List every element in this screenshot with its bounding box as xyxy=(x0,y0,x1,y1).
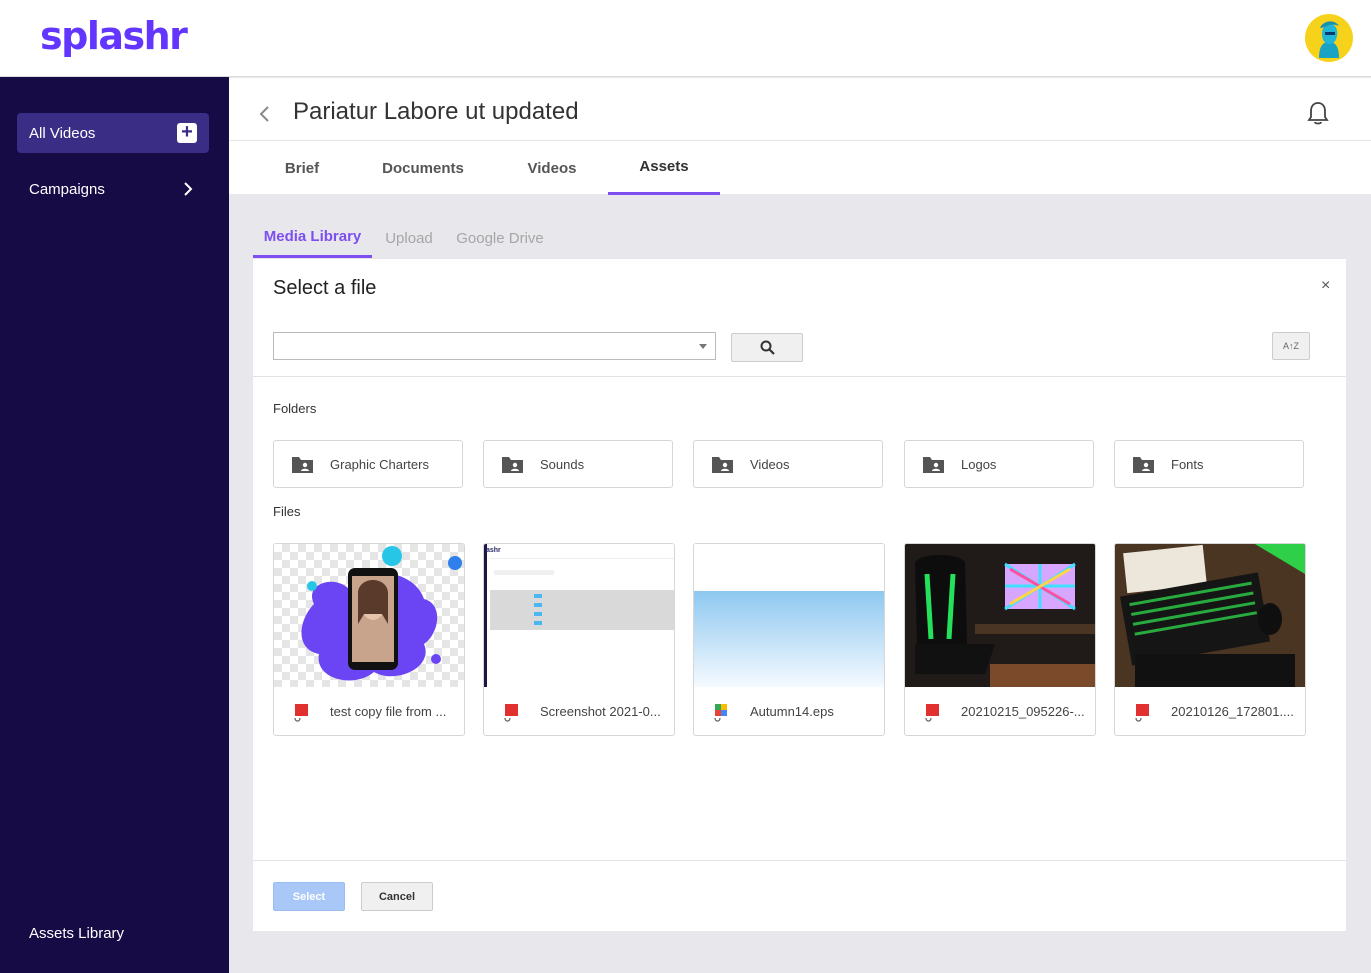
file-card[interactable]: Autumn14.eps xyxy=(693,543,885,736)
top-bar: splashr xyxy=(0,0,1371,77)
tab-videos[interactable]: Videos xyxy=(509,141,595,195)
file-name: 20210126_172801.... xyxy=(1171,704,1294,719)
subtab-google-drive[interactable]: Google Drive xyxy=(450,218,550,258)
folder-name: Graphic Charters xyxy=(330,457,429,472)
search-input[interactable] xyxy=(273,332,716,360)
folder-name: Videos xyxy=(750,457,790,472)
folder-user-icon xyxy=(923,457,944,473)
adobe-file-icon xyxy=(504,704,518,722)
svg-text:ashr: ashr xyxy=(486,547,501,554)
file-thumbnail xyxy=(694,544,884,687)
google-file-icon xyxy=(714,704,727,722)
dialog-title: Select a file xyxy=(273,277,377,299)
sidebar-item-label: All Videos xyxy=(29,124,96,142)
adobe-file-icon xyxy=(294,704,308,722)
folder-name: Sounds xyxy=(540,457,585,472)
avatar[interactable] xyxy=(1305,14,1353,62)
file-thumbnail xyxy=(905,544,1095,687)
select-button[interactable]: Select xyxy=(273,882,345,911)
chevron-right-icon xyxy=(184,182,193,196)
file-name: test copy file from ... xyxy=(330,704,447,719)
subtab-media-library[interactable]: Media Library xyxy=(253,218,372,258)
folder-user-icon xyxy=(1133,457,1154,473)
chevron-down-icon[interactable] xyxy=(699,344,707,349)
folder-card[interactable]: Videos xyxy=(693,440,883,488)
divider xyxy=(253,376,1346,377)
back-arrow-icon[interactable] xyxy=(257,102,273,126)
file-name: Autumn14.eps xyxy=(750,704,834,719)
splashr-logo[interactable]: splashr xyxy=(40,14,188,58)
file-card[interactable]: test copy file from ... xyxy=(273,543,465,736)
sidebar-item-assets-library[interactable]: Assets Library xyxy=(29,925,124,942)
file-thumbnail: ashr xyxy=(484,544,674,687)
tab-documents[interactable]: Documents xyxy=(368,141,478,195)
sidebar-item-all-videos[interactable]: All Videos + xyxy=(17,113,209,153)
file-thumbnail xyxy=(274,544,464,687)
folder-user-icon xyxy=(502,457,523,473)
search-button[interactable] xyxy=(731,333,803,362)
tab-bar: Brief Documents Videos Assets xyxy=(229,140,1371,195)
folder-user-icon xyxy=(292,457,313,473)
page-title: Pariatur Labore ut updated xyxy=(293,98,579,125)
subtab-upload[interactable]: Upload xyxy=(378,218,440,258)
file-card[interactable]: 20210215_095226-... xyxy=(904,543,1096,736)
file-name: 20210215_095226-... xyxy=(961,704,1085,719)
like-badge-icon xyxy=(448,556,462,570)
adobe-file-icon xyxy=(1135,704,1149,722)
folder-card[interactable]: Logos xyxy=(904,440,1094,488)
sort-az-button[interactable]: A↑Z xyxy=(1272,332,1310,360)
page-header: Pariatur Labore ut updated Brief Documen… xyxy=(229,78,1371,195)
folder-name: Fonts xyxy=(1171,457,1204,472)
folder-card[interactable]: Graphic Charters xyxy=(273,440,463,488)
sidebar-item-campaigns[interactable]: Campaigns xyxy=(17,169,209,209)
close-icon[interactable]: × xyxy=(1321,277,1330,295)
file-picker-dialog: Select a file × A↑Z Folders Graphic Char… xyxy=(253,259,1346,931)
file-thumbnail xyxy=(1115,544,1305,687)
tab-brief[interactable]: Brief xyxy=(262,141,342,195)
file-card[interactable]: 20210126_172801.... xyxy=(1114,543,1306,736)
bell-icon[interactable] xyxy=(1307,100,1329,126)
file-name: Screenshot 2021-0... xyxy=(540,704,661,719)
folder-card[interactable]: Fonts xyxy=(1114,440,1304,488)
folders-label: Folders xyxy=(273,401,317,416)
cancel-button[interactable]: Cancel xyxy=(361,882,433,911)
sort-icon: A↑Z xyxy=(1282,341,1299,351)
folder-card[interactable]: Sounds xyxy=(483,440,673,488)
folder-user-icon xyxy=(712,457,733,473)
sidebar-item-label: Campaigns xyxy=(29,180,105,198)
divider xyxy=(253,860,1346,861)
adobe-file-icon xyxy=(925,704,939,722)
sidebar: All Videos + Campaigns Assets Library xyxy=(0,77,229,973)
file-card[interactable]: ashr Screenshot 2021-0... xyxy=(483,543,675,736)
folder-name: Logos xyxy=(961,457,997,472)
files-label: Files xyxy=(273,504,301,519)
tab-assets[interactable]: Assets xyxy=(608,141,720,195)
plus-icon[interactable]: + xyxy=(177,122,197,143)
search-icon xyxy=(760,340,775,355)
